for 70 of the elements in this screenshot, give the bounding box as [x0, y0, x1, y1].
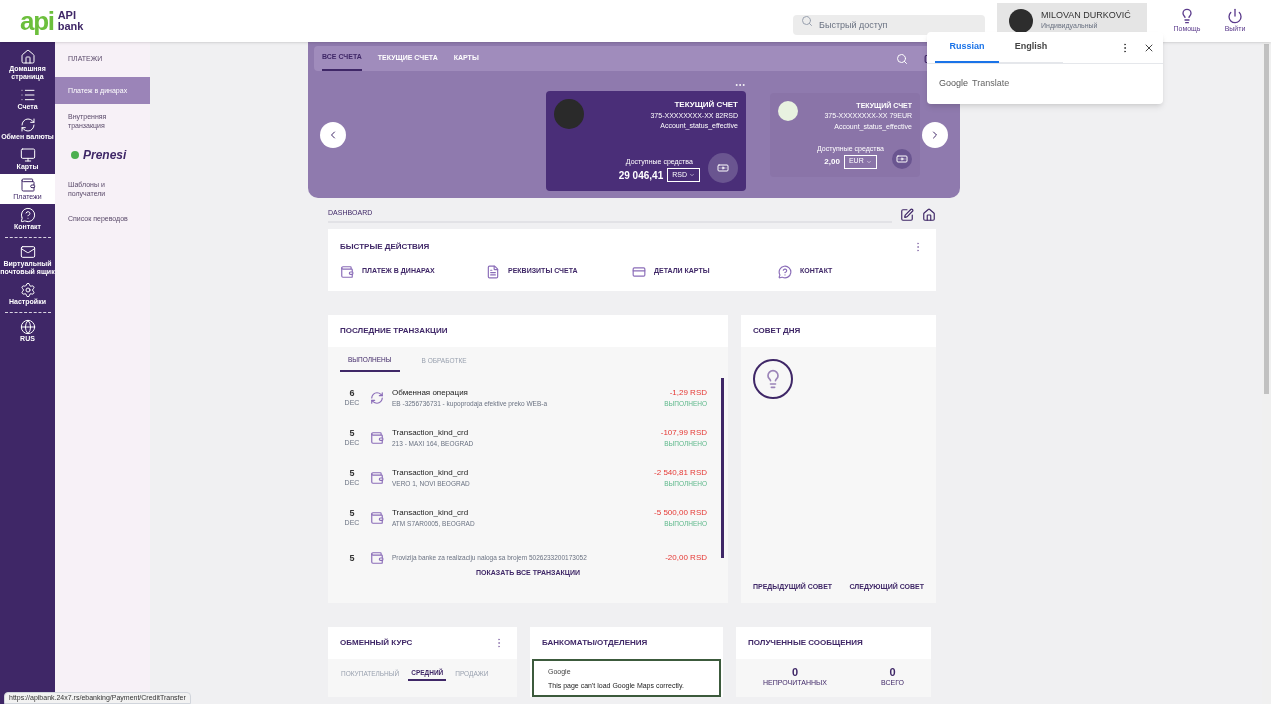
wallet-icon — [19, 177, 36, 193]
exchange-icon — [370, 391, 384, 406]
envelope-icon — [19, 244, 36, 260]
banknote-icon — [896, 152, 908, 165]
wallet-icon — [370, 511, 384, 526]
avatar — [1009, 9, 1033, 33]
card-title: БЫСТРЫЕ ДЕЙСТВИЯ — [340, 240, 430, 253]
card-title: ПОЛУЧЕННЫЕ СООБЩЕНИЯ — [748, 636, 863, 649]
transaction-amount: -20,00 RSD — [665, 552, 707, 565]
money-button[interactable] — [892, 148, 912, 169]
lightbulb-bubble-icon — [753, 358, 793, 399]
exchange-icon — [19, 117, 36, 133]
wallet-icon — [370, 551, 384, 565]
list-icon — [19, 87, 36, 103]
caret-icon — [689, 172, 695, 178]
transaction-amount: -107,99 RSD — [660, 427, 707, 440]
transaction-day: 5 — [349, 553, 355, 563]
transaction-title: Transaction_kind_crd — [392, 467, 470, 480]
prenesi-logo[interactable]: Prenesi — [55, 137, 150, 172]
account-type: ТЕКУЩИЙ СЧЕТ — [674, 98, 738, 111]
logo-text: API bank — [57, 10, 85, 32]
scrollbar[interactable] — [721, 378, 724, 559]
transaction-amount: -1,29 RSD — [669, 387, 707, 400]
settings-icon — [19, 282, 36, 298]
wallet-icon — [370, 471, 384, 486]
user-name: MILOVAN DURKOVIĆ — [1041, 10, 1131, 22]
previous-button[interactable] — [320, 121, 346, 148]
globe-icon — [19, 319, 36, 335]
transaction-title: Transaction_kind_crd — [392, 427, 470, 440]
card-icon — [632, 264, 646, 279]
banknote-icon — [717, 161, 729, 174]
account-avatar — [554, 98, 584, 129]
message-count: 0 — [889, 666, 896, 678]
transaction-title: Обменная операция — [392, 387, 469, 400]
chat-question-icon — [19, 207, 36, 223]
message-count: 0 — [791, 666, 799, 678]
money-button[interactable] — [708, 152, 738, 183]
language-tab[interactable]: Russian — [935, 32, 999, 63]
chat-question-icon — [778, 264, 792, 279]
card-title: СОВЕТ ДНЯ — [753, 324, 801, 337]
edit-icon[interactable] — [900, 208, 914, 223]
transaction-amount: -5 500,00 RSD — [654, 507, 707, 520]
translate-brand: Google — [939, 77, 969, 91]
power-icon — [1227, 7, 1243, 24]
transaction-day: 5 — [349, 468, 355, 478]
transaction-amount: -2 540,81 RSD — [654, 467, 707, 480]
card-title: ОБМЕННЫЙ КУРС — [340, 636, 413, 649]
balance: 29 046,41 — [618, 168, 664, 183]
translate-label: Translate — [972, 77, 1010, 91]
transaction-title: Transaction_kind_crd — [392, 507, 470, 520]
house-icon[interactable] — [922, 208, 936, 223]
caret-icon — [865, 158, 872, 165]
card-title: БАНКОМАТЫ/ОТДЕЛЕНИЯ — [542, 636, 648, 649]
house-icon — [19, 49, 36, 65]
next-button[interactable] — [922, 121, 948, 148]
lightbulb-icon — [1179, 7, 1195, 24]
wallet-icon — [340, 264, 354, 279]
wallet-icon — [370, 431, 384, 446]
search-icon[interactable] — [896, 52, 908, 65]
transaction-day: 5 — [349, 508, 355, 518]
language-tab[interactable]: English — [999, 32, 1063, 63]
document-icon — [486, 264, 500, 279]
transaction-day: 5 — [349, 428, 355, 438]
search-field[interactable]: Быстрый доступ — [793, 15, 985, 35]
logo-mark: api — [20, 8, 54, 34]
search-icon — [801, 15, 813, 27]
transaction-day: 6 — [349, 388, 355, 398]
card-title: ПОСЛЕДНИЕ ТРАНЗАКЦИИ — [340, 324, 448, 337]
balance: 2,00 — [824, 155, 840, 168]
monitor-icon — [19, 147, 36, 163]
